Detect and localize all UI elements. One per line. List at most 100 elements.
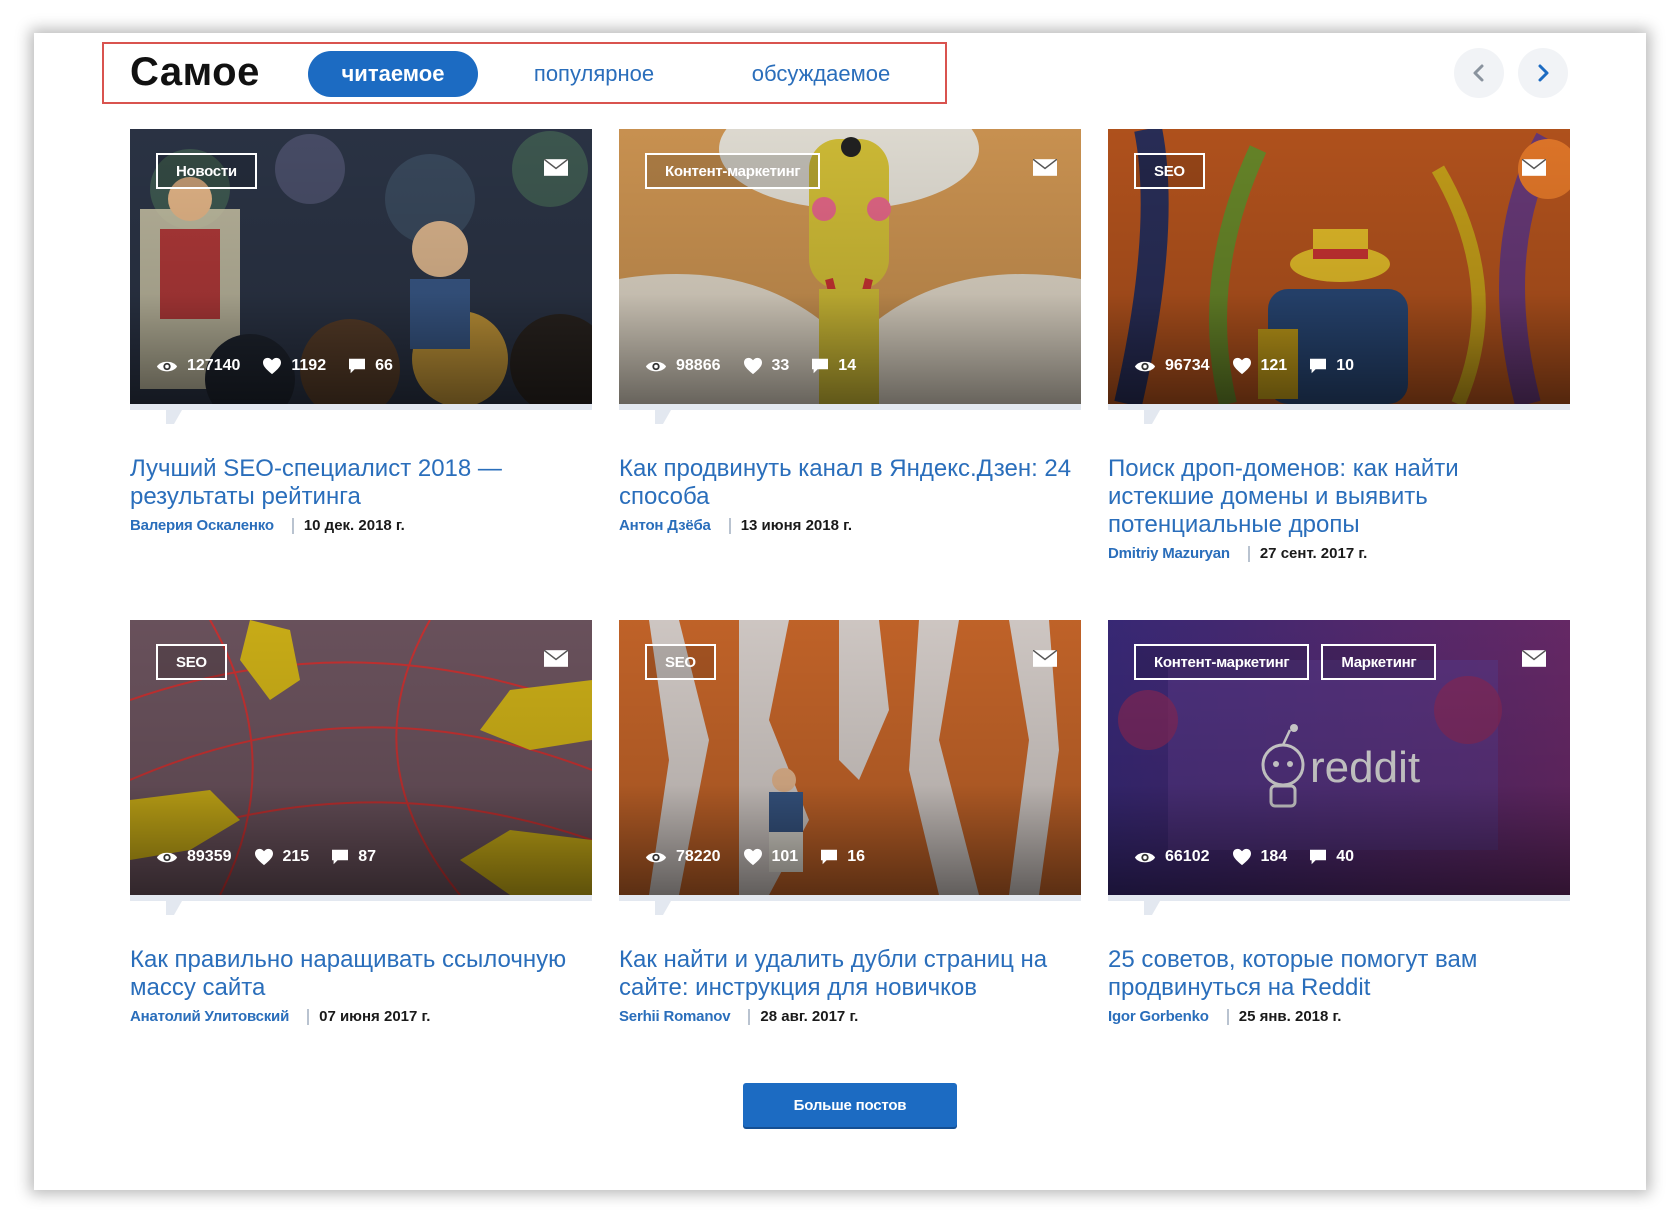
post-meta: Dmitriy Mazuryan 27 сент. 2017 г. [1108, 545, 1367, 562]
post-meta: Serhii Romanov 28 авг. 2017 г. [619, 1008, 858, 1025]
post-author-link[interactable]: Антон Дзёба [619, 517, 711, 534]
next-button[interactable] [1518, 48, 1568, 98]
mail-icon[interactable] [1033, 159, 1057, 176]
post-card[interactable]: reddit Контент-маркетинг Маркетинг 66102… [1108, 620, 1570, 1025]
post-author-link[interactable]: Валерия Оскаленко [130, 517, 274, 534]
comments-count: 10 [1336, 357, 1354, 374]
views-count: 98866 [676, 357, 721, 374]
post-title-link[interactable]: 25 советов, которые помогут вам продвину… [1108, 946, 1570, 1002]
post-stats: 98866 33 14 [645, 357, 856, 375]
mail-icon[interactable] [544, 650, 568, 667]
mail-icon[interactable] [1033, 650, 1057, 667]
likes-count: 215 [282, 848, 310, 865]
views-icon [1134, 359, 1156, 374]
post-thumbnail[interactable]: Контент-маркетинг 98866 33 14 [619, 129, 1081, 404]
post-meta: Валерия Оскаленко 10 дек. 2018 г. [130, 517, 405, 534]
views-icon [645, 850, 667, 865]
heart-icon[interactable] [743, 848, 763, 866]
post-tag[interactable]: Контент-маркетинг [1134, 644, 1310, 680]
comment-icon [1309, 849, 1327, 865]
comment-icon [1309, 358, 1327, 374]
tab-most-read[interactable]: читаемое [308, 51, 478, 97]
tab-popular[interactable]: популярное [514, 51, 674, 97]
views-count: 78220 [676, 848, 721, 865]
post-title-link[interactable]: Как найти и удалить дубли страниц на сай… [619, 946, 1081, 1002]
views-count: 66102 [1165, 848, 1210, 865]
likes-count: 184 [1260, 848, 1288, 865]
mail-icon[interactable] [1522, 650, 1546, 667]
post-card[interactable]: SEO 96734 121 10 Поиск дроп-доменов: как… [1108, 129, 1570, 562]
post-author-link[interactable]: Анатолий Улитовский [130, 1008, 289, 1025]
post-stats: 66102 184 40 [1134, 848, 1354, 866]
comments-count: 40 [1336, 848, 1354, 865]
views-count: 127140 [187, 357, 241, 374]
post-title-link[interactable]: Поиск дроп-доменов: как найти истекшие д… [1108, 455, 1570, 539]
heart-icon[interactable] [254, 848, 274, 866]
tab-discussed[interactable]: обсуждаемое [726, 51, 916, 97]
likes-count: 33 [771, 357, 790, 374]
post-date: 25 янв. 2018 г. [1238, 1008, 1342, 1025]
post-stats: 78220 101 16 [645, 848, 865, 866]
heart-icon[interactable] [743, 357, 763, 375]
mail-icon[interactable] [1522, 159, 1546, 176]
post-card[interactable]: Новости 127140 1192 66 Лучший SEO-специа… [130, 129, 592, 534]
post-tag[interactable]: Маркетинг [1321, 644, 1437, 680]
post-date: 13 июня 2018 г. [740, 517, 853, 534]
post-stats: 96734 121 10 [1134, 357, 1354, 375]
post-stats: 127140 1192 66 [156, 357, 393, 375]
views-icon [156, 359, 178, 374]
post-tag[interactable]: SEO [645, 644, 716, 680]
post-thumbnail[interactable]: SEO 89359 215 87 [130, 620, 592, 895]
post-tag[interactable]: Контент-маркетинг [645, 153, 821, 189]
section-header: Самое читаемое популярное обсуждаемое [102, 42, 947, 104]
views-icon [645, 359, 667, 374]
post-card[interactable]: Контент-маркетинг 98866 33 14 Как продви… [619, 129, 1081, 534]
more-posts-button[interactable]: Больше постов [743, 1083, 957, 1127]
comments-count: 87 [358, 848, 376, 865]
section-title: Самое [130, 50, 260, 94]
comment-icon [331, 849, 349, 865]
post-card[interactable]: SEO 89359 215 87 Как правильно наращиват… [130, 620, 592, 1025]
mail-icon[interactable] [544, 159, 568, 176]
post-date: 27 сент. 2017 г. [1259, 545, 1368, 562]
post-title-link[interactable]: Как правильно наращивать ссылочную массу… [130, 946, 592, 1002]
post-thumbnail[interactable]: SEO 96734 121 10 [1108, 129, 1570, 404]
post-date: 10 дек. 2018 г. [303, 517, 405, 534]
post-tag[interactable]: SEO [156, 644, 227, 680]
heart-icon[interactable] [1232, 848, 1252, 866]
comment-icon [811, 358, 829, 374]
views-icon [156, 850, 178, 865]
likes-count: 121 [1260, 357, 1288, 374]
chevron-left-icon [1473, 64, 1484, 82]
post-author-link[interactable]: Dmitriy Mazuryan [1108, 545, 1230, 562]
post-date: 07 июня 2017 г. [319, 1008, 431, 1025]
heart-icon[interactable] [1232, 357, 1252, 375]
comments-count: 66 [375, 357, 393, 374]
post-title-link[interactable]: Как продвинуть канал в Яндекс.Дзен: 24 с… [619, 455, 1081, 511]
post-author-link[interactable]: Serhii Romanov [619, 1008, 731, 1025]
post-meta: Антон Дзёба 13 июня 2018 г. [619, 517, 852, 534]
post-date: 28 авг. 2017 г. [760, 1008, 859, 1025]
post-tag[interactable]: Новости [156, 153, 257, 189]
post-meta: Анатолий Улитовский 07 июня 2017 г. [130, 1008, 430, 1025]
post-thumbnail[interactable]: Новости 127140 1192 66 [130, 129, 592, 404]
prev-button[interactable] [1454, 48, 1504, 98]
post-thumbnail[interactable]: reddit Контент-маркетинг Маркетинг 66102… [1108, 620, 1570, 895]
heart-icon[interactable] [262, 357, 282, 375]
likes-count: 101 [771, 848, 799, 865]
post-card[interactable]: SEO 78220 101 16 Как найти и удалить дуб… [619, 620, 1081, 1025]
views-count: 89359 [187, 848, 232, 865]
post-meta: Igor Gorbenko 25 янв. 2018 г. [1108, 1008, 1341, 1025]
post-author-link[interactable]: Igor Gorbenko [1108, 1008, 1209, 1025]
likes-count: 1192 [291, 357, 327, 374]
views-icon [1134, 850, 1156, 865]
comment-icon [348, 358, 366, 374]
post-title-link[interactable]: Лучший SEO-специалист 2018 — результаты … [130, 455, 592, 511]
post-stats: 89359 215 87 [156, 848, 376, 866]
post-tag[interactable]: SEO [1134, 153, 1205, 189]
post-thumbnail[interactable]: SEO 78220 101 16 [619, 620, 1081, 895]
views-count: 96734 [1165, 357, 1210, 374]
comments-count: 16 [847, 848, 865, 865]
comments-count: 14 [838, 357, 857, 374]
comment-icon [820, 849, 838, 865]
